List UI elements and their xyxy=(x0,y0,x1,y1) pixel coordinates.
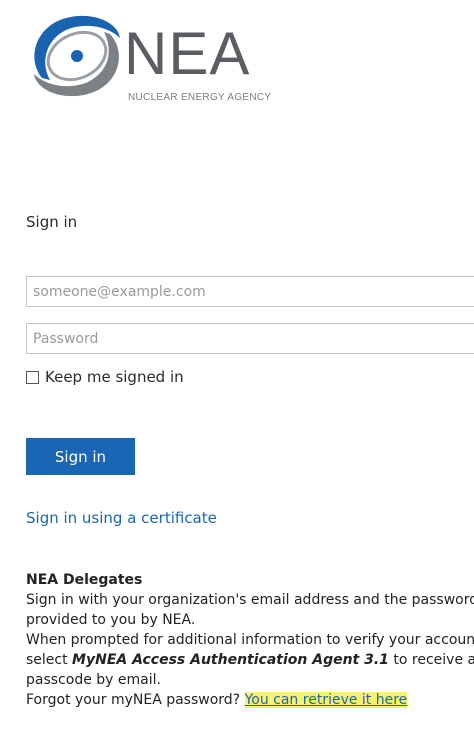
delegates-info: NEA Delegates Sign in with your organiza… xyxy=(26,570,474,710)
delegates-line-3: Forgot your myNEA password? You can retr… xyxy=(26,690,474,710)
email-field[interactable] xyxy=(26,276,474,307)
retrieve-password-link[interactable]: You can retrieve it here xyxy=(244,692,408,708)
certificate-signin-link[interactable]: Sign in using a certificate xyxy=(26,509,217,527)
page-title: Sign in xyxy=(26,213,78,231)
auth-agent-name: MyNEA Access Authentication Agent 3.1 xyxy=(72,652,389,668)
delegates-line-1: Sign in with your organization's email a… xyxy=(26,592,474,628)
delegates-line-2: When prompted for additional information… xyxy=(26,630,474,690)
forgot-password-text: Forgot your myNEA password? xyxy=(26,692,245,708)
password-field[interactable] xyxy=(26,323,474,354)
keep-signed-in-label: Keep me signed in xyxy=(45,368,184,386)
keep-signed-in[interactable]: Keep me signed in xyxy=(26,368,184,386)
signin-page: NEA NUCLEAR ENERGY AGENCY Sign in Keep m… xyxy=(0,0,474,738)
logo-wordmark: NEA xyxy=(124,20,251,87)
nea-logo: NEA NUCLEAR ENERGY AGENCY xyxy=(22,8,352,108)
delegates-title: NEA Delegates xyxy=(26,572,143,588)
sign-in-button[interactable]: Sign in xyxy=(26,438,135,475)
nea-atom-logo-icon xyxy=(34,15,120,97)
logo-subtitle: NUCLEAR ENERGY AGENCY xyxy=(128,92,272,103)
keep-signed-in-checkbox[interactable] xyxy=(26,370,39,384)
